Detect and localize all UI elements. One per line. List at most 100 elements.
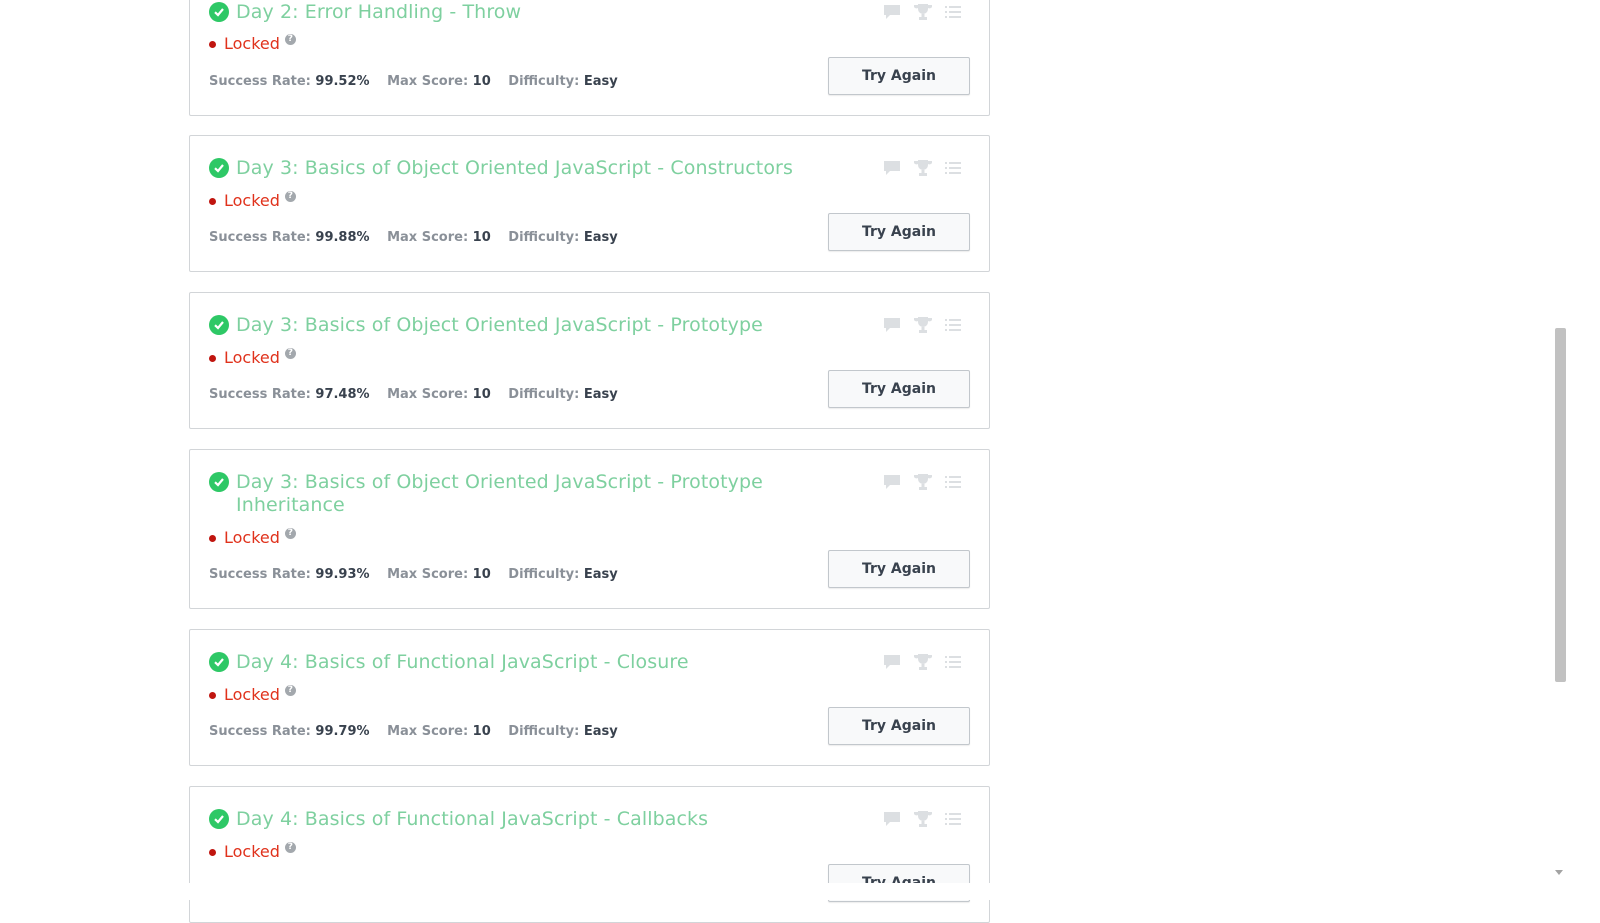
comment-icon[interactable]	[883, 160, 901, 176]
status-text: Locked	[224, 685, 280, 704]
question-icon[interactable]: ?	[284, 34, 296, 45]
question-icon[interactable]: ?	[284, 842, 296, 853]
list-icon[interactable]	[945, 318, 961, 332]
status-dot	[209, 354, 216, 362]
challenge-actions	[883, 653, 961, 671]
success-rate-value: 99.79%	[315, 724, 370, 739]
success-rate-value: 97.48%	[315, 387, 370, 402]
difficulty-label: Difficulty:	[508, 230, 580, 245]
comment-icon[interactable]	[883, 317, 901, 333]
comment-icon[interactable]	[883, 811, 901, 827]
challenge-actions	[883, 159, 961, 177]
challenge-card: Day 3: Basics of Object Oriented JavaScr…	[189, 292, 990, 429]
success-rate-value: 99.52%	[315, 74, 370, 89]
success-rate-label: Success Rate:	[209, 387, 311, 402]
challenge-actions	[883, 316, 961, 334]
max-score-value: 10	[472, 230, 491, 245]
max-score-value: 10	[472, 567, 491, 582]
challenge-title[interactable]: Day 2: Error Handling - Throw	[236, 1, 796, 24]
status-text: Locked	[224, 528, 280, 547]
challenge-meta: Success Rate: 99.52% Max Score: 10 Diffi…	[209, 74, 631, 90]
horizontal-scrollbar[interactable]	[0, 883, 1600, 900]
check-circle-icon	[209, 158, 229, 178]
status-dot	[209, 691, 216, 699]
comment-icon[interactable]	[883, 4, 901, 20]
difficulty-label: Difficulty:	[508, 724, 580, 739]
status-dot	[209, 848, 216, 856]
status-text: Locked	[224, 348, 280, 367]
challenge-title[interactable]: Day 4: Basics of Functional JavaScript -…	[236, 651, 796, 674]
difficulty-label: Difficulty:	[508, 387, 580, 402]
question-icon[interactable]: ?	[284, 685, 296, 696]
challenge-meta: Success Rate: 99.88% Max Score: 10 Diffi…	[209, 230, 631, 246]
list-icon[interactable]	[945, 161, 961, 175]
status-locked: Locked ?	[209, 685, 296, 705]
try-again-button[interactable]: Try Again	[828, 370, 970, 408]
challenge-meta: Success Rate: 97.48% Max Score: 10 Diffi…	[209, 387, 631, 403]
comment-icon[interactable]	[883, 654, 901, 670]
difficulty-value: Easy	[583, 724, 618, 739]
try-again-button[interactable]: Try Again	[828, 213, 970, 251]
status-locked: Locked ?	[209, 348, 296, 368]
challenge-actions	[883, 810, 961, 828]
try-again-button[interactable]: Try Again	[828, 550, 970, 588]
try-again-button[interactable]: Try Again	[828, 707, 970, 745]
max-score-value: 10	[472, 724, 491, 739]
challenge-actions	[883, 3, 961, 21]
status-locked: Locked ?	[209, 528, 296, 548]
challenge-title[interactable]: Day 3: Basics of Object Oriented JavaScr…	[236, 157, 796, 180]
list-icon[interactable]	[945, 5, 961, 19]
challenge-card: Day 3: Basics of Object Oriented JavaScr…	[189, 135, 990, 272]
max-score-label: Max Score:	[387, 567, 469, 582]
status-dot	[209, 40, 216, 48]
check-circle-icon	[209, 315, 229, 335]
scroll-down-arrow-icon[interactable]	[1555, 870, 1563, 875]
difficulty-value: Easy	[583, 230, 618, 245]
max-score-label: Max Score:	[387, 74, 469, 89]
challenge-card: Day 4: Basics of Functional JavaScript -…	[189, 786, 990, 923]
challenge-title[interactable]: Day 3: Basics of Object Oriented JavaScr…	[236, 314, 796, 337]
max-score-label: Max Score:	[387, 230, 469, 245]
scrollbar-thumb[interactable]	[1555, 328, 1566, 682]
max-score-value: 10	[472, 387, 491, 402]
difficulty-label: Difficulty:	[508, 567, 580, 582]
question-icon[interactable]: ?	[284, 191, 296, 202]
status-dot	[209, 534, 216, 542]
trophy-icon[interactable]	[913, 159, 933, 177]
question-icon[interactable]: ?	[284, 348, 296, 359]
list-icon[interactable]	[945, 812, 961, 826]
challenge-title[interactable]: Day 4: Basics of Functional JavaScript -…	[236, 808, 796, 831]
comment-icon[interactable]	[883, 474, 901, 490]
max-score-value: 10	[472, 74, 491, 89]
list-icon[interactable]	[945, 475, 961, 489]
success-rate-label: Success Rate:	[209, 724, 311, 739]
success-rate-value: 99.93%	[315, 567, 370, 582]
challenge-meta: Success Rate: 99.93% Max Score: 10 Diffi…	[209, 567, 631, 583]
status-locked: Locked ?	[209, 34, 296, 54]
difficulty-value: Easy	[583, 74, 618, 89]
challenge-card: Day 3: Basics of Object Oriented JavaScr…	[189, 449, 990, 609]
difficulty-value: Easy	[583, 387, 618, 402]
challenge-card: Day 4: Basics of Functional JavaScript -…	[189, 629, 990, 766]
success-rate-label: Success Rate:	[209, 567, 311, 582]
challenge-title[interactable]: Day 3: Basics of Object Oriented JavaScr…	[236, 471, 796, 517]
trophy-icon[interactable]	[913, 316, 933, 334]
try-again-button[interactable]: Try Again	[828, 57, 970, 95]
difficulty-value: Easy	[583, 567, 618, 582]
trophy-icon[interactable]	[913, 810, 933, 828]
status-dot	[209, 197, 216, 205]
trophy-icon[interactable]	[913, 3, 933, 21]
difficulty-label: Difficulty:	[508, 74, 580, 89]
list-icon[interactable]	[945, 655, 961, 669]
status-locked: Locked ?	[209, 842, 296, 862]
trophy-icon[interactable]	[913, 653, 933, 671]
status-text: Locked	[224, 842, 280, 861]
check-circle-icon	[209, 2, 229, 22]
question-icon[interactable]: ?	[284, 528, 296, 539]
status-locked: Locked ?	[209, 191, 296, 211]
challenge-meta: Success Rate: 99.79% Max Score: 10 Diffi…	[209, 724, 631, 740]
success-rate-value: 99.88%	[315, 230, 370, 245]
check-circle-icon	[209, 809, 229, 829]
trophy-icon[interactable]	[913, 473, 933, 491]
challenge-card: Day 2: Error Handling - Throw Locked ? S…	[189, 0, 990, 116]
